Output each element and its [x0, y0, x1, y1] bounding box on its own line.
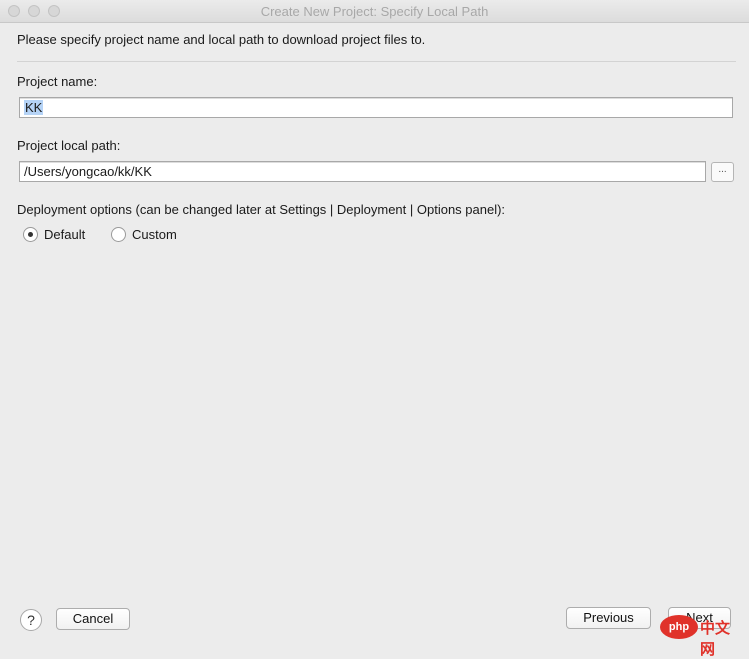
- title-bar: Create New Project: Specify Local Path: [0, 0, 749, 23]
- help-icon: ?: [27, 612, 35, 628]
- watermark-badge: php: [660, 615, 698, 639]
- window-title: Create New Project: Specify Local Path: [260, 4, 489, 19]
- project-name-input[interactable]: KK: [19, 97, 733, 118]
- cancel-button[interactable]: Cancel: [56, 608, 130, 630]
- local-path-input[interactable]: /Users/yongcao/kk/KK: [19, 161, 706, 182]
- radio-custom-label: Custom: [132, 227, 177, 242]
- radio-default-label: Default: [44, 227, 86, 242]
- radio-custom-circle[interactable]: [111, 227, 126, 242]
- watermark-text: 中文网: [700, 620, 731, 658]
- dialog-content: Please specify project name and local pa…: [0, 23, 749, 647]
- radio-selected-dot: [28, 232, 33, 237]
- divider: [17, 61, 736, 62]
- project-name-label: Project name:: [17, 74, 98, 89]
- dialog-window: Create New Project: Specify Local Path P…: [0, 0, 749, 658]
- browse-button[interactable]: ...: [711, 162, 734, 182]
- radio-default-circle[interactable]: [23, 227, 38, 242]
- local-path-label: Project local path:: [17, 138, 121, 153]
- local-path-value: /Users/yongcao/kk/KK: [24, 164, 152, 179]
- watermark-logo: php 中文网: [660, 614, 742, 658]
- ellipsis-icon: ...: [718, 164, 727, 175]
- intro-text: Please specify project name and local pa…: [17, 32, 426, 47]
- help-button[interactable]: ?: [20, 609, 42, 631]
- project-name-value: KK: [24, 100, 44, 115]
- deployment-options-label: Deployment options (can be changed later…: [17, 202, 506, 217]
- radio-default[interactable]: Default: [22, 226, 102, 246]
- previous-button[interactable]: Previous: [566, 607, 651, 629]
- radio-custom[interactable]: Custom: [110, 226, 190, 246]
